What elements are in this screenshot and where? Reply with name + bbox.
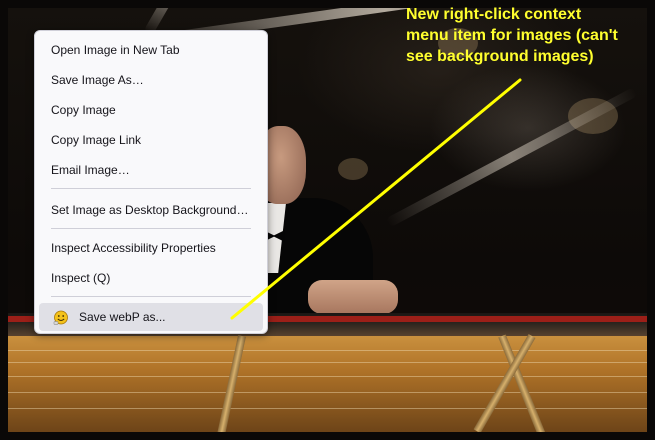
menu-separator	[51, 296, 251, 297]
smiley-icon	[53, 310, 68, 325]
menu-item-inspect[interactable]: Inspect (Q)	[39, 264, 263, 292]
piano-string	[8, 350, 647, 351]
piano-soundboard	[8, 334, 647, 432]
menu-item-email-image[interactable]: Email Image…	[39, 156, 263, 184]
stage-light	[338, 158, 368, 180]
screenshot-frame: Open Image in New Tab Save Image As… Cop…	[0, 0, 655, 440]
menu-item-open-image-new-tab[interactable]: Open Image in New Tab	[39, 36, 263, 64]
pianist-hands	[308, 280, 398, 314]
annotation-callout-text: New right-click context menu item for im…	[406, 6, 618, 65]
piano-lid-reflection	[385, 87, 638, 228]
menu-item-save-webp-as[interactable]: Save webP as...	[39, 303, 263, 331]
piano-string	[8, 408, 647, 409]
menu-separator	[51, 188, 251, 189]
piano-string	[8, 376, 647, 377]
menu-item-copy-image-link[interactable]: Copy Image Link	[39, 126, 263, 154]
image-context-menu: Open Image in New Tab Save Image As… Cop…	[34, 30, 268, 334]
menu-item-copy-image[interactable]: Copy Image	[39, 96, 263, 124]
menu-item-save-image-as[interactable]: Save Image As…	[39, 66, 263, 94]
menu-item-inspect-accessibility[interactable]: Inspect Accessibility Properties	[39, 234, 263, 262]
piano-string	[8, 362, 647, 363]
menu-item-label: Save webP as...	[79, 310, 166, 324]
menu-separator	[51, 228, 251, 229]
piano-string	[8, 392, 647, 393]
menu-item-set-desktop-background[interactable]: Set Image as Desktop Background…	[39, 196, 263, 224]
